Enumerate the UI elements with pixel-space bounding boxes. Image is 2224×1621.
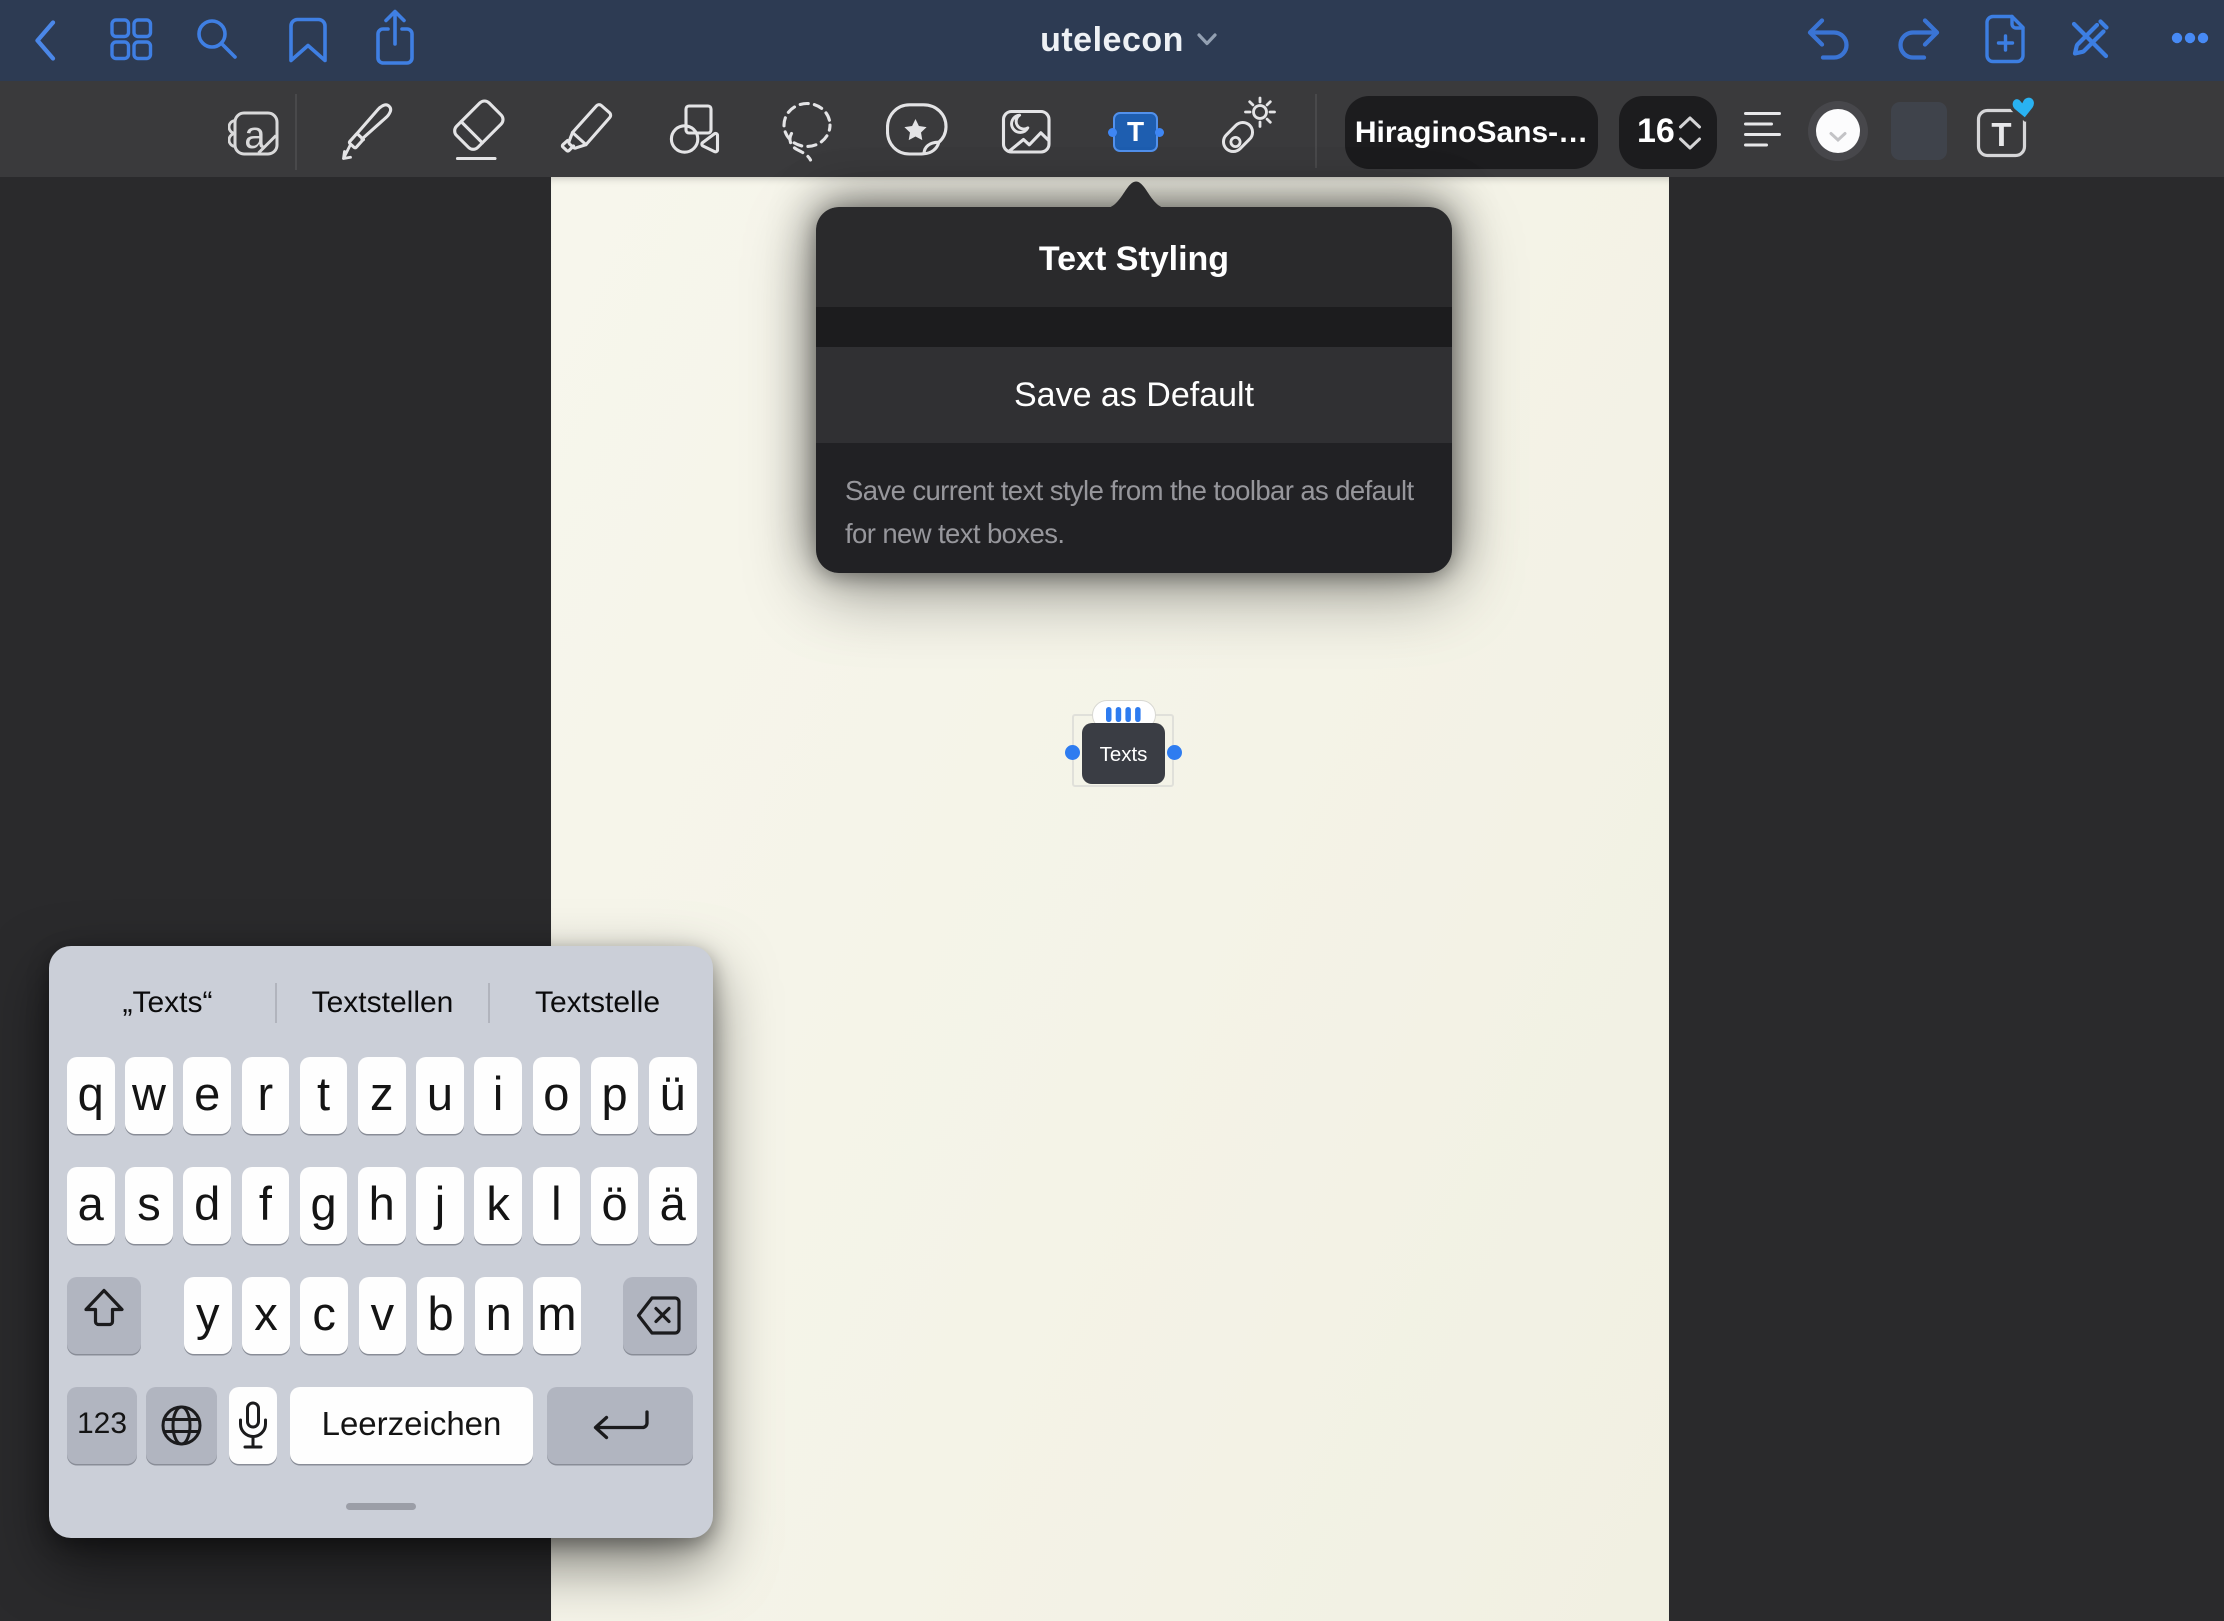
svg-text:a: a <box>244 115 266 157</box>
svg-text:T: T <box>1991 116 2011 153</box>
